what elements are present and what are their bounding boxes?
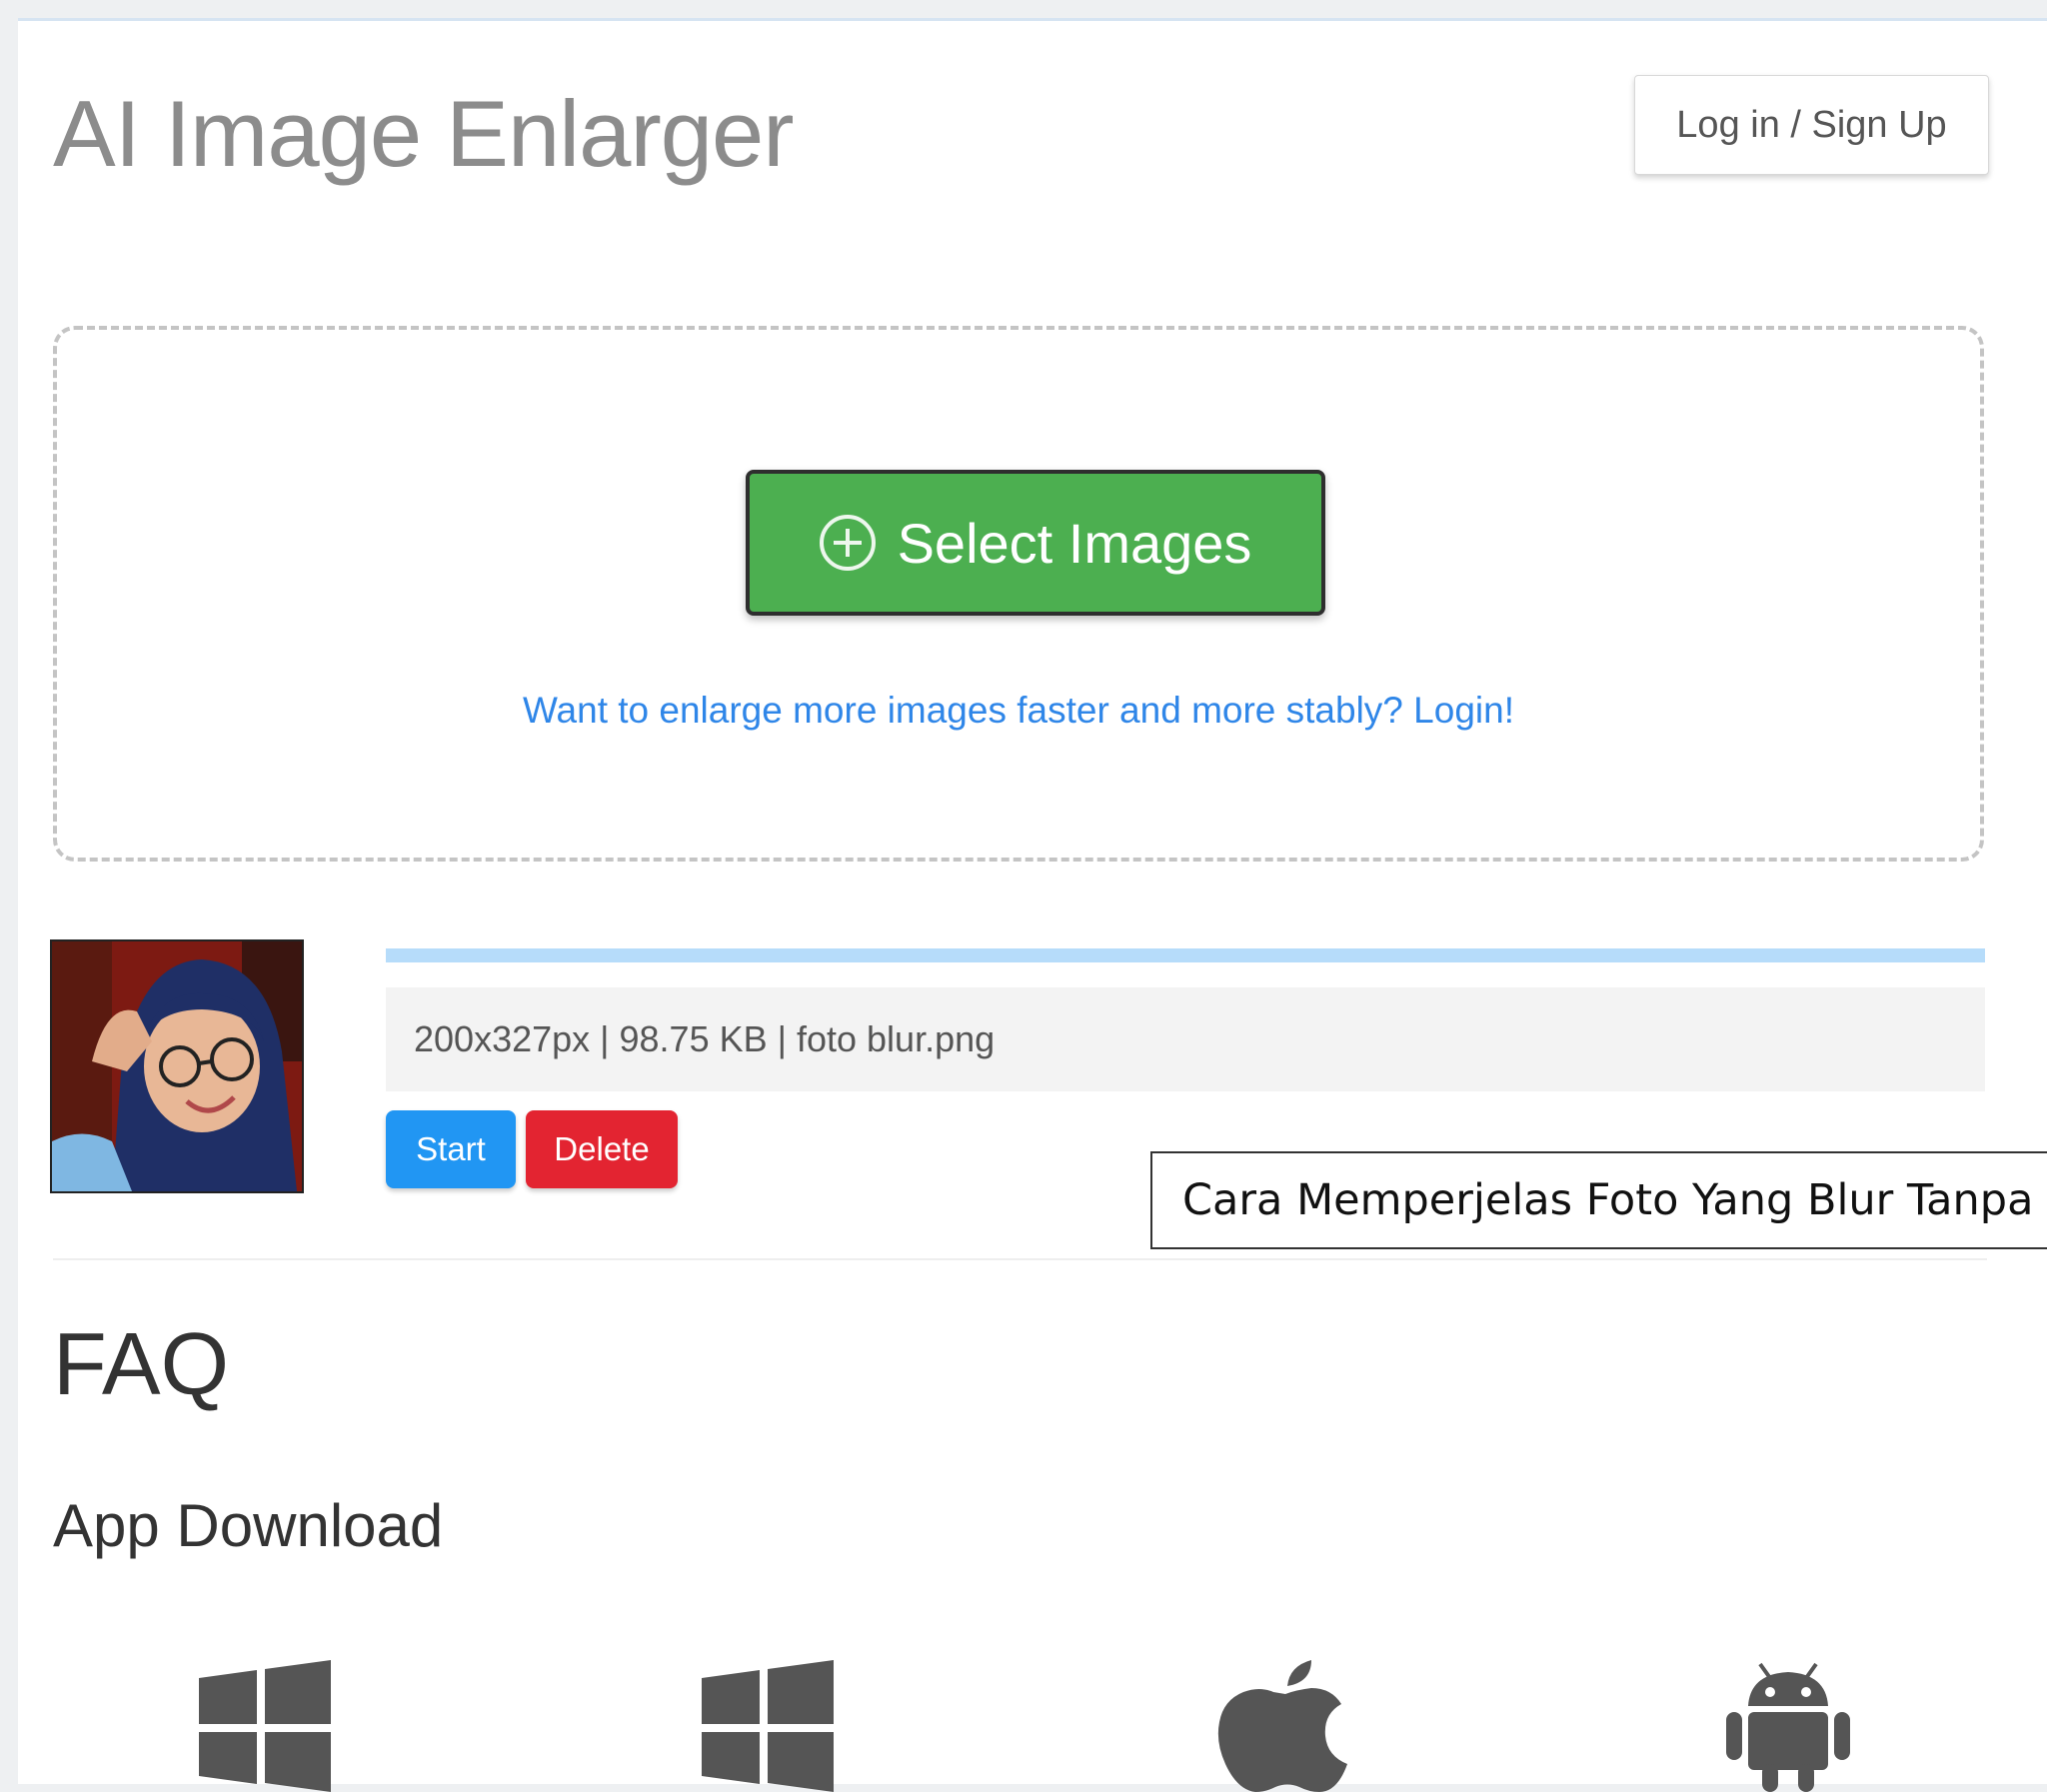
select-images-label: Select Images <box>897 511 1252 575</box>
app-download-heading: App Download <box>53 1492 444 1559</box>
upload-progress-bar <box>386 948 1985 962</box>
tooltip: Cara Memperjelas Foto Yang Blur Tanpa Ap… <box>1150 1151 2047 1249</box>
page-title: AI Image Enlarger <box>53 81 795 186</box>
upload-dropzone[interactable]: Select Images Want to enlarge more image… <box>53 326 1984 862</box>
login-promo-link[interactable]: Want to enlarge more images faster and m… <box>57 690 1980 732</box>
delete-button[interactable]: Delete <box>526 1110 678 1188</box>
file-info: 200x327px | 98.75 KB | foto blur.png <box>386 987 1985 1091</box>
upload-progress-fill <box>386 948 1985 962</box>
section-divider <box>53 1258 1987 1260</box>
select-images-button[interactable]: Select Images <box>746 470 1325 616</box>
start-button[interactable]: Start <box>386 1110 516 1188</box>
login-signup-button[interactable]: Log in / Sign Up <box>1634 75 1989 175</box>
windows-icon[interactable] <box>698 1660 838 1792</box>
windows-icon[interactable] <box>195 1660 335 1792</box>
add-circle-icon <box>819 515 876 571</box>
apple-icon[interactable] <box>1215 1660 1355 1792</box>
page-container: AI Image Enlarger Log in / Sign Up Selec… <box>18 18 2047 1792</box>
image-thumbnail <box>50 939 304 1193</box>
android-icon[interactable] <box>1718 1660 1858 1792</box>
faq-heading: FAQ <box>53 1314 230 1413</box>
